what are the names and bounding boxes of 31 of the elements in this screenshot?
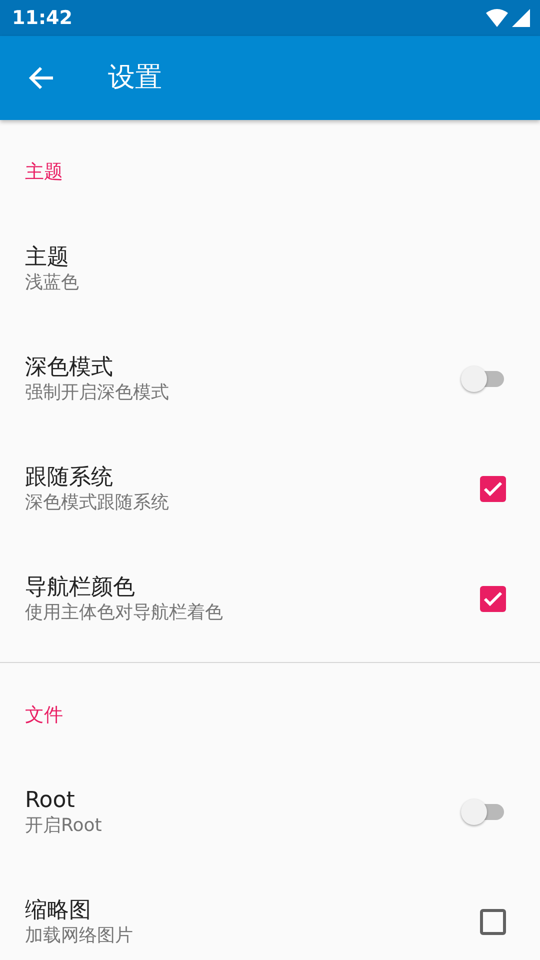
back-button[interactable] [28,66,54,90]
signal-icon [512,9,530,27]
settings-item[interactable]: 导航栏颜色 使用主体色对导航栏着色 [0,544,540,654]
item-summary: 深色模式跟随系统 [25,491,169,514]
item-summary: 强制开启深色模式 [25,381,169,404]
status-time: 11:42 [12,6,72,31]
section-header: 文件 [25,704,63,726]
section-header: 主题 [25,161,63,183]
item-title: 导航栏颜色 [25,574,136,602]
item-summary: 使用主体色对导航栏着色 [25,601,223,624]
item-title: 跟随系统 [25,464,114,492]
checkbox[interactable] [480,476,506,502]
item-title: 缩略图 [25,896,92,924]
item-title: Root [25,786,76,814]
item-summary: 加载网络图片 [25,924,133,948]
screen-title: 设置 [108,60,162,95]
toggle-switch[interactable] [460,365,506,393]
settings-item[interactable]: 缩略图 加载网络图片 [0,867,540,960]
wifi-icon [486,9,508,27]
settings-item[interactable]: 跟随系统 深色模式跟随系统 [0,434,540,544]
item-title: 深色模式 [25,354,114,382]
settings-item[interactable]: Root 开启Root [0,757,540,867]
checkbox[interactable] [480,909,506,935]
back-arrow-icon [28,66,54,90]
settings-item[interactable]: 深色模式 强制开启深色模式 [0,324,540,434]
toggle-switch[interactable] [460,798,506,826]
settings-item[interactable]: 主题 浅蓝色 [0,214,540,324]
checkbox[interactable] [480,586,506,612]
item-title: 主题 [25,244,70,272]
item-summary: 浅蓝色 [25,271,79,294]
item-summary: 开启Root [25,814,102,838]
